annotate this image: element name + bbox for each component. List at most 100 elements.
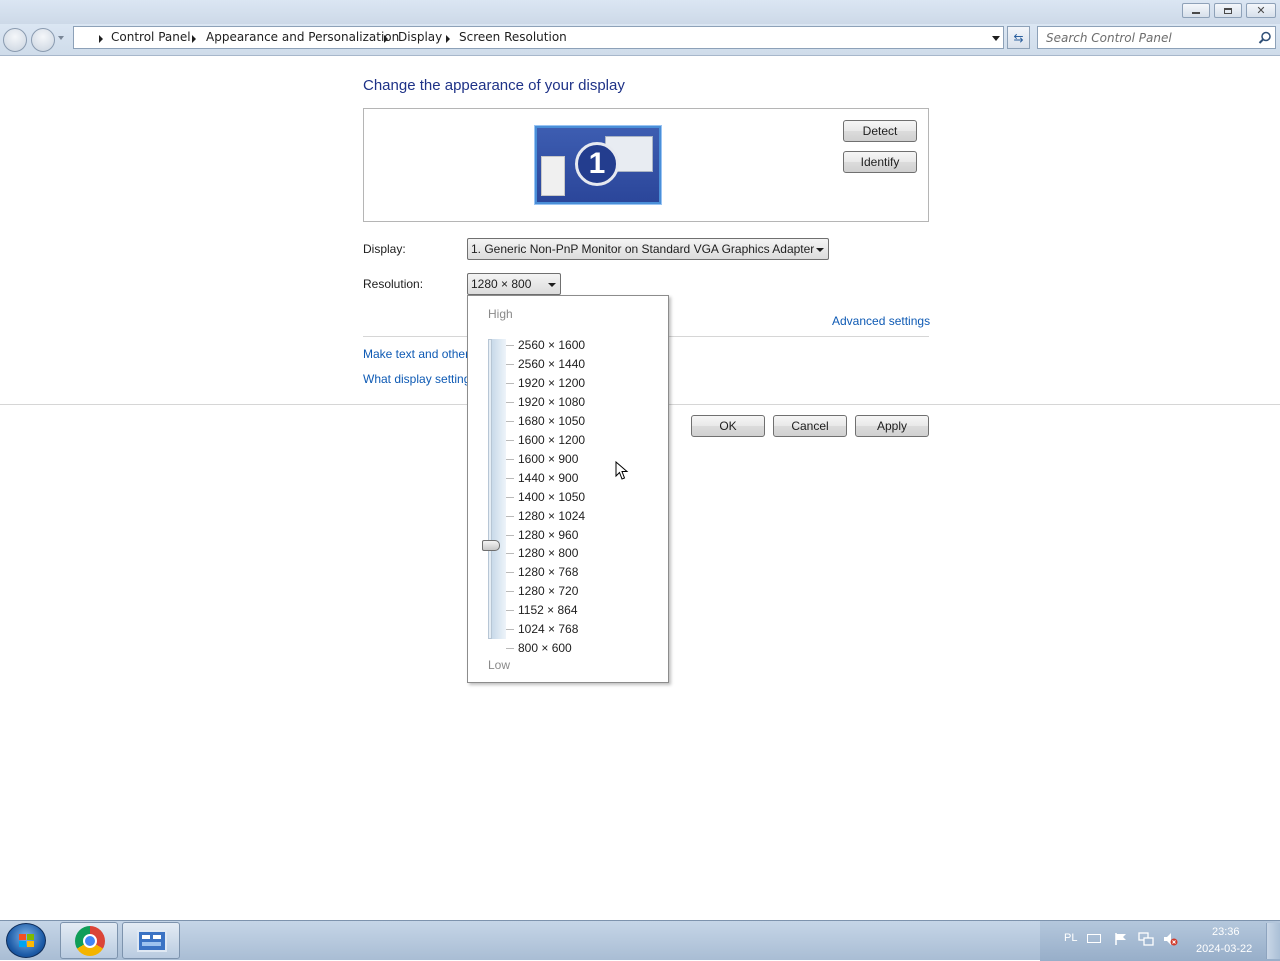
restore-button[interactable] <box>1214 3 1242 18</box>
slider-tick <box>506 610 514 611</box>
breadcrumb-display[interactable]: Display <box>398 30 442 44</box>
display-select[interactable]: 1. Generic Non-PnP Monitor on Standard V… <box>467 238 829 260</box>
control-panel-icon-detail <box>153 935 161 939</box>
resolution-option[interactable]: 1920 × 1200 <box>518 376 585 390</box>
resolution-option[interactable]: 1680 × 1050 <box>518 414 585 428</box>
monitor-number-badge: 1 <box>575 142 619 186</box>
breadcrumb-root-arrow-icon[interactable] <box>99 35 103 43</box>
windows-logo-blue <box>19 941 26 947</box>
resolution-option[interactable]: 1152 × 864 <box>518 603 578 617</box>
resolution-select[interactable]: 1280 × 800 <box>467 273 561 295</box>
slider-tick <box>506 629 514 630</box>
taskbar-chrome-button[interactable] <box>60 922 118 959</box>
chrome-icon-center <box>83 934 97 948</box>
search-input[interactable]: Search Control Panel <box>1037 26 1276 49</box>
slider-tick <box>506 648 514 649</box>
resolution-option[interactable]: 1024 × 768 <box>518 622 578 636</box>
cancel-button[interactable]: Cancel <box>773 415 847 437</box>
language-indicator[interactable]: PL <box>1064 932 1077 944</box>
identify-button[interactable]: Identify <box>843 151 917 173</box>
breadcrumb-control-panel[interactable]: Control Panel <box>111 30 191 44</box>
action-center-flag-icon[interactable] <box>1114 932 1128 946</box>
detect-button[interactable]: Detect <box>843 120 917 142</box>
breadcrumb-arrow-icon[interactable] <box>384 35 388 43</box>
start-orb-icon[interactable] <box>6 923 46 958</box>
breadcrumb-arrow-icon[interactable] <box>192 35 196 43</box>
windows-logo-green <box>27 934 34 940</box>
search-icon[interactable] <box>1258 31 1272 45</box>
slider-tick <box>506 402 514 403</box>
resolution-option[interactable]: 800 × 600 <box>518 641 572 655</box>
text-size-link[interactable]: Make text and other <box>363 347 469 361</box>
resolution-option[interactable]: 1280 × 720 <box>518 584 578 598</box>
slider-tick <box>506 591 514 592</box>
refresh-icon: ⇆ <box>1013 30 1024 45</box>
close-icon: ✕ <box>1256 4 1266 17</box>
resolution-option[interactable]: 1920 × 1080 <box>518 395 585 409</box>
slider-tick <box>506 459 514 460</box>
show-desktop-button[interactable] <box>1266 923 1280 959</box>
breadcrumb-appearance[interactable]: Appearance and Personalization <box>206 30 399 44</box>
chevron-down-icon <box>548 283 556 287</box>
resolution-slider-track[interactable] <box>488 339 492 639</box>
resolution-option[interactable]: 2560 × 1600 <box>518 338 585 352</box>
slider-tick <box>506 553 514 554</box>
resolution-option[interactable]: 1600 × 1200 <box>518 433 585 447</box>
resolution-option[interactable]: 1600 × 900 <box>518 452 578 466</box>
resolution-option[interactable]: 1280 × 1024 <box>518 509 585 523</box>
chrome-icon <box>75 926 105 956</box>
breadcrumb-arrow-icon[interactable] <box>446 35 450 43</box>
control-panel-icon-detail <box>142 942 161 946</box>
resolution-slider-thumb[interactable] <box>482 540 500 551</box>
resolution-dropdown: High 2560 × 1600 2560 × 1440 1920 × 1200 19… <box>467 295 669 683</box>
display-select-value: 1. Generic Non-PnP Monitor on Standard V… <box>471 242 815 256</box>
resolution-option[interactable]: 1400 × 1050 <box>518 490 585 504</box>
window-titlebar: ✕ <box>0 0 1280 24</box>
close-button[interactable]: ✕ <box>1246 3 1276 18</box>
breadcrumb-screen-resolution[interactable]: Screen Resolution <box>459 30 567 44</box>
network-icon[interactable] <box>1138 931 1154 947</box>
taskbar-control-panel-button[interactable] <box>122 922 180 959</box>
slider-tick <box>506 497 514 498</box>
slider-tick <box>506 345 514 346</box>
control-panel-icon <box>137 930 167 952</box>
windows-logo-yellow <box>27 941 34 947</box>
windows-logo-red <box>19 934 26 940</box>
forward-button[interactable] <box>31 28 55 52</box>
slider-tick <box>506 572 514 573</box>
resolution-option[interactable]: 1280 × 960 <box>518 528 578 542</box>
high-label: High <box>488 307 513 321</box>
address-history-dropdown-icon[interactable] <box>992 36 1000 41</box>
control-panel-icon-detail <box>142 935 150 939</box>
ok-button[interactable]: OK <box>691 415 765 437</box>
recent-pages-chevron-icon[interactable] <box>58 36 64 40</box>
refresh-button[interactable]: ⇆ <box>1007 26 1030 49</box>
slider-track-fill <box>491 339 506 639</box>
clock-date[interactable]: 2024-03-22 <box>1196 943 1252 955</box>
volume-muted-icon[interactable] <box>1162 931 1178 947</box>
back-button[interactable] <box>3 28 27 52</box>
search-placeholder: Search Control Panel <box>1046 31 1172 45</box>
keyboard-icon[interactable] <box>1087 934 1101 943</box>
resolution-option[interactable]: 2560 × 1440 <box>518 357 585 371</box>
slider-tick <box>506 383 514 384</box>
chevron-down-icon <box>816 248 824 252</box>
monitor-1-tile[interactable]: 1 <box>535 126 661 204</box>
slider-tick <box>506 478 514 479</box>
address-bar[interactable]: Control Panel Appearance and Personaliza… <box>73 26 1004 49</box>
resolution-option[interactable]: 1440 × 900 <box>518 471 578 485</box>
resolution-label: Resolution: <box>363 277 424 291</box>
monitor-illustration-window <box>541 156 565 196</box>
page-title: Change the appearance of your display <box>363 77 625 94</box>
mouse-cursor-icon <box>615 461 629 480</box>
clock-time[interactable]: 23:36 <box>1212 926 1240 938</box>
resolution-option[interactable]: 1280 × 800 <box>518 546 578 560</box>
apply-button[interactable]: Apply <box>855 415 929 437</box>
minimize-button[interactable] <box>1182 3 1210 18</box>
display-settings-help-link[interactable]: What display setting <box>363 372 470 386</box>
advanced-settings-link[interactable]: Advanced settings <box>832 314 930 328</box>
slider-tick <box>506 516 514 517</box>
resolution-option[interactable]: 1280 × 768 <box>518 565 578 579</box>
slider-tick <box>506 440 514 441</box>
minimize-icon <box>1192 11 1200 14</box>
